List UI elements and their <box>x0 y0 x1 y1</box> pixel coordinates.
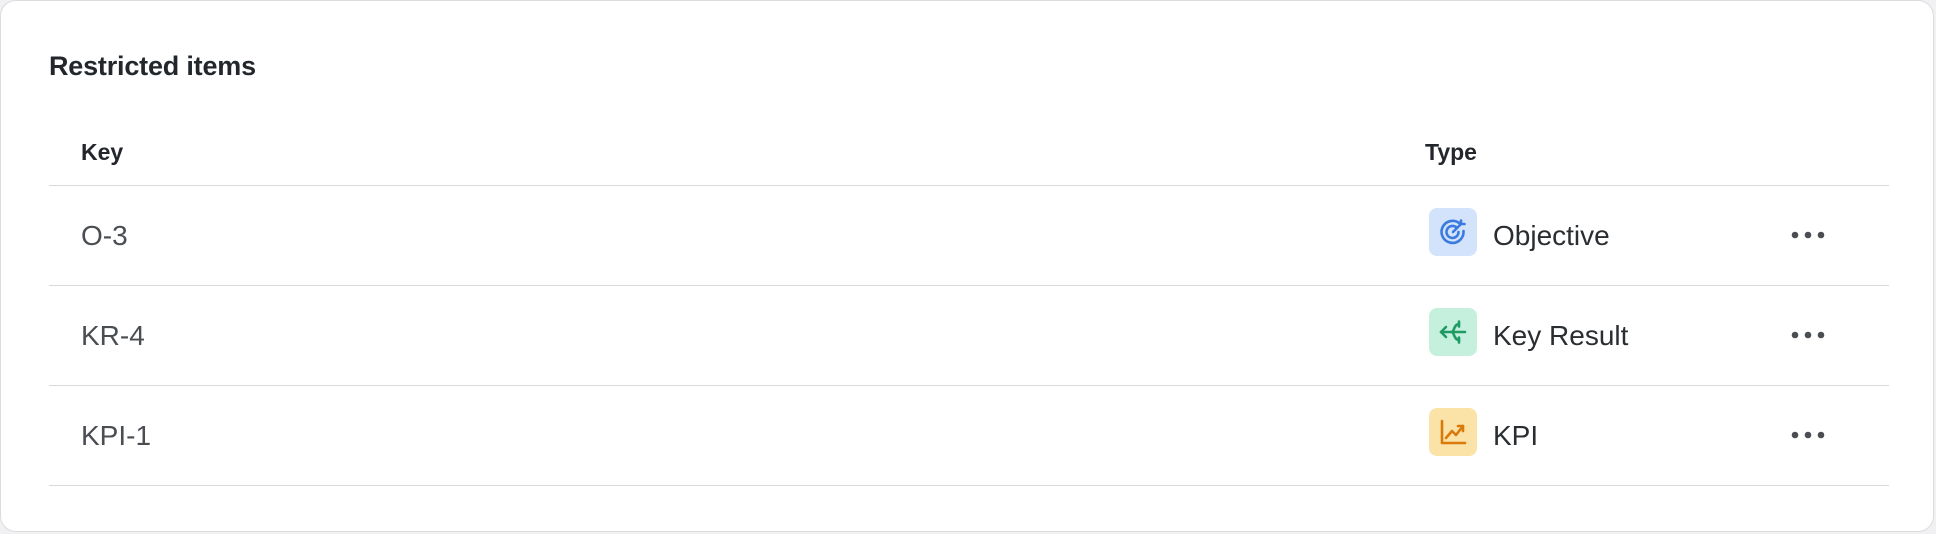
item-type: Key Result <box>1429 286 1628 385</box>
item-type-label: Key Result <box>1493 319 1629 351</box>
column-header-key: Key <box>81 139 124 165</box>
more-horizontal-icon <box>1791 331 1825 339</box>
kpi-trend-icon <box>1429 407 1477 456</box>
more-horizontal-icon <box>1791 231 1825 239</box>
panel-title: Restricted items <box>49 51 256 81</box>
item-type: KPI <box>1429 386 1538 485</box>
row-more-actions-button[interactable] <box>1784 318 1832 352</box>
row-more-actions-button[interactable] <box>1784 218 1832 252</box>
item-type-label: KPI <box>1493 419 1539 451</box>
key-result-branch-icon <box>1429 307 1477 356</box>
table-row: KR-4 Key Result <box>49 286 1889 386</box>
restricted-items-table: Key Type O-3 Objective KR-4 Key Result K… <box>49 123 1889 486</box>
item-key: KR-4 <box>81 319 145 351</box>
table-header: Key Type <box>49 123 1889 186</box>
item-key: O-3 <box>81 219 128 251</box>
item-key: KPI-1 <box>81 419 152 451</box>
row-more-actions-button[interactable] <box>1784 418 1832 452</box>
restricted-items-panel: Restricted items Key Type O-3 Objective <box>0 0 1934 532</box>
more-horizontal-icon <box>1791 431 1825 439</box>
objective-target-icon <box>1429 207 1477 256</box>
table-row: O-3 Objective <box>49 186 1889 286</box>
table-row: KPI-1 KPI <box>49 386 1889 486</box>
column-header-type: Type <box>1425 139 1477 165</box>
item-type: Objective <box>1429 186 1610 285</box>
item-type-label: Objective <box>1493 219 1610 251</box>
